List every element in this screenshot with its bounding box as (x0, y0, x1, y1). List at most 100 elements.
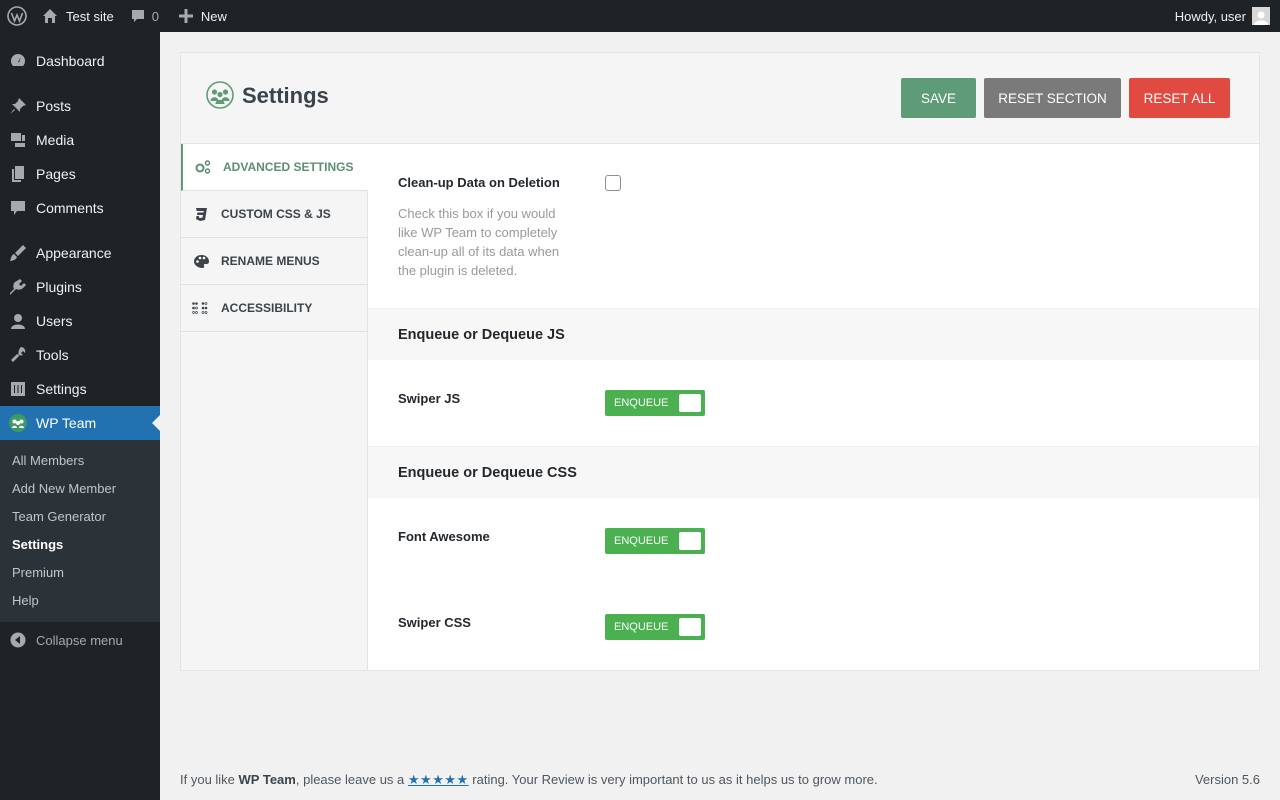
tab-label: CUSTOM CSS & JS (221, 207, 331, 221)
home-icon (42, 8, 58, 24)
sidebar-item-posts[interactable]: Posts (0, 89, 160, 123)
gears-icon (183, 160, 223, 174)
brush-icon (0, 244, 36, 262)
admin-sidebar: Dashboard Posts Media Pages Comments App… (0, 32, 160, 800)
footer-suffix: rating. Your Review is very important to… (468, 772, 878, 787)
new-content-link[interactable]: New (167, 0, 235, 32)
settings-panel: Settings SAVE RESET SECTION RESET ALL AD… (180, 52, 1260, 671)
submenu-settings[interactable]: Settings (12, 537, 63, 552)
tab-accessibility[interactable]: ACCESSIBILITY (181, 285, 367, 332)
team-icon (0, 413, 36, 433)
tab-label: ACCESSIBILITY (221, 301, 313, 315)
settings-content: Clean-up Data on Deletion Check this box… (368, 144, 1259, 670)
howdy-text: Howdy, user (1174, 8, 1246, 24)
submenu-add-new-member[interactable]: Add New Member (12, 481, 116, 496)
cleanup-label: Clean-up Data on Deletion (398, 175, 560, 190)
save-button[interactable]: SAVE (901, 78, 976, 118)
sidebar-item-label: Tools (36, 347, 69, 363)
sidebar-item-settings[interactable]: Settings (0, 372, 160, 406)
footer-plugin-name: WP Team (238, 772, 296, 787)
sidebar-item-comments[interactable]: Comments (0, 191, 160, 225)
css-section-heading: Enqueue or Dequeue CSS (368, 446, 1259, 498)
toggle-label: ENQUEUE (614, 621, 669, 633)
site-name: Test site (66, 8, 114, 24)
plug-icon (0, 278, 36, 296)
collapse-menu-label: Collapse menu (36, 632, 123, 648)
comment-icon (0, 199, 36, 217)
swiper-js-toggle[interactable]: ENQUEUE (605, 390, 705, 416)
comments-count: 0 (151, 8, 159, 24)
wp-team-submenu: All Members Add New Member Team Generato… (0, 440, 160, 622)
sidebar-item-dashboard[interactable]: Dashboard (0, 44, 160, 78)
media-icon (0, 131, 36, 149)
toggle-label: ENQUEUE (614, 397, 669, 409)
swiper-js-label: Swiper JS (398, 391, 461, 406)
reset-all-button[interactable]: RESET ALL (1129, 78, 1230, 118)
sidebar-item-label: Appearance (36, 245, 112, 261)
new-label: New (200, 8, 227, 24)
sidebar-item-media[interactable]: Media (0, 123, 160, 157)
sidebar-item-label: Dashboard (36, 53, 105, 69)
sidebar-item-label: Users (36, 313, 73, 329)
toggle-knob (679, 394, 701, 412)
dashboard-icon (0, 52, 36, 70)
sidebar-item-appearance[interactable]: Appearance (0, 236, 160, 270)
font-awesome-toggle[interactable]: ENQUEUE (605, 528, 705, 554)
sidebar-item-pages[interactable]: Pages (0, 157, 160, 191)
palette-icon (181, 254, 221, 268)
footer-version: Version 5.6 (1194, 772, 1260, 787)
tab-label: RENAME MENUS (221, 254, 320, 268)
footer-middle: , please leave us a (295, 772, 408, 787)
reset-section-button[interactable]: RESET SECTION (984, 78, 1121, 118)
sidebar-item-label: Settings (36, 381, 87, 397)
submenu-all-members[interactable]: All Members (12, 453, 84, 468)
submenu-help[interactable]: Help (12, 593, 39, 608)
sidebar-item-label: Posts (36, 98, 72, 114)
plus-icon (178, 9, 193, 23)
cleanup-description: Check this box if you would like WP Team… (398, 206, 560, 278)
submenu-team-generator[interactable]: Team Generator (12, 509, 106, 524)
collapse-menu-button[interactable]: Collapse menu (0, 626, 160, 654)
comment-bubble-icon (130, 8, 146, 24)
wp-team-logo-icon (206, 81, 234, 112)
admin-bar: Test site 0 New Howdy, user (0, 0, 1280, 32)
tab-rename-menus[interactable]: RENAME MENUS (181, 238, 367, 285)
sidebar-item-label: WP Team (36, 415, 97, 431)
footer-review-text: If you like WP Team, please leave us a ★… (180, 772, 878, 788)
sidebar-item-tools[interactable]: Tools (0, 338, 160, 372)
swiper-css-toggle[interactable]: ENQUEUE (605, 614, 705, 640)
sidebar-item-plugins[interactable]: Plugins (0, 270, 160, 304)
tab-custom-css-js[interactable]: CUSTOM CSS & JS (181, 191, 367, 238)
sidebar-item-label: Comments (36, 200, 104, 216)
tab-label: ADVANCED SETTINGS (223, 160, 354, 174)
braille-icon (181, 302, 221, 314)
sliders-icon (0, 380, 36, 398)
rating-stars-link[interactable]: ★★★★★ (408, 772, 469, 787)
comments-link[interactable]: 0 (122, 0, 167, 32)
sidebar-item-wp-team[interactable]: WP Team (0, 406, 160, 440)
account-menu[interactable]: Howdy, user (1167, 0, 1280, 32)
settings-header: Settings SAVE RESET SECTION RESET ALL (181, 53, 1259, 144)
toggle-knob (679, 532, 701, 550)
pin-icon (0, 97, 36, 115)
font-awesome-label: Font Awesome (398, 529, 490, 544)
sidebar-item-label: Pages (36, 166, 76, 182)
toggle-label: ENQUEUE (614, 535, 669, 547)
js-section-heading: Enqueue or Dequeue JS (368, 308, 1259, 360)
collapse-arrow-icon (0, 632, 36, 648)
tab-advanced-settings[interactable]: ADVANCED SETTINGS (181, 144, 368, 191)
pages-icon (0, 165, 36, 183)
wrench-icon (0, 346, 36, 364)
submenu-premium[interactable]: Premium (12, 565, 64, 580)
sidebar-item-users[interactable]: Users (0, 304, 160, 338)
avatar (1252, 7, 1270, 25)
toggle-knob (679, 618, 701, 636)
footer-prefix: If you like (180, 772, 239, 787)
wordpress-logo-icon[interactable] (0, 0, 34, 32)
page-title: Settings (242, 83, 329, 108)
settings-tabs: ADVANCED SETTINGS CUSTOM CSS & JS RENAME… (181, 144, 368, 670)
user-icon (0, 312, 36, 330)
site-name-link[interactable]: Test site (34, 0, 122, 32)
cleanup-checkbox[interactable] (605, 175, 621, 191)
sidebar-item-label: Plugins (36, 279, 82, 295)
